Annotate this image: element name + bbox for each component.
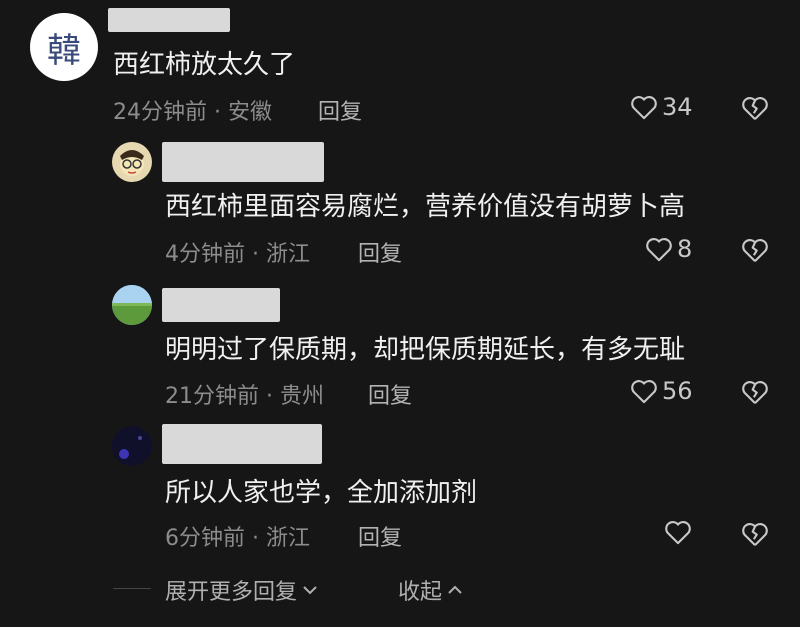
- heart-outline-icon: [664, 519, 692, 545]
- avatar-glyph: 韓: [47, 30, 81, 71]
- comment-text: 西红柿放太久了: [113, 50, 296, 80]
- like-button[interactable]: [664, 519, 696, 545]
- username-blurred[interactable]: [162, 288, 280, 322]
- reply-button[interactable]: 回复: [358, 520, 402, 552]
- expand-label: 展开更多回复: [165, 580, 298, 605]
- heart-outline-icon: [630, 378, 658, 404]
- like-button[interactable]: 56: [630, 377, 693, 405]
- comment-meta: 4分钟前 · 浙江: [165, 242, 310, 267]
- comment-meta: 6分钟前 · 浙江: [165, 526, 310, 551]
- broken-heart-icon[interactable]: [741, 379, 769, 405]
- collapse-button[interactable]: 收起: [398, 574, 464, 606]
- like-count: 34: [662, 93, 693, 121]
- comment-text: 所以人家也学，全加添加剂: [165, 478, 478, 508]
- broken-heart-icon[interactable]: [741, 95, 769, 121]
- comment-text: 西红柿里面容易腐烂，营养价值没有胡萝卜高: [165, 192, 686, 222]
- broken-heart-icon[interactable]: [741, 237, 769, 263]
- username-blurred[interactable]: [162, 424, 322, 464]
- expand-more-replies-button[interactable]: 展开更多回复: [165, 574, 319, 606]
- comment-meta: 21分钟前 · 贵州: [165, 384, 324, 409]
- username-blurred[interactable]: [162, 142, 324, 182]
- like-button[interactable]: 34: [630, 93, 693, 121]
- avatar[interactable]: [112, 426, 152, 466]
- username-blurred[interactable]: [108, 8, 230, 32]
- like-button[interactable]: 8: [645, 235, 692, 263]
- collapse-label: 收起: [398, 580, 443, 605]
- heart-outline-icon: [630, 94, 658, 120]
- chevron-up-icon: [446, 583, 464, 597]
- divider: [113, 588, 151, 589]
- avatar[interactable]: 韓: [30, 13, 98, 81]
- comment-text: 明明过了保质期，却把保质期延长，有多无耻: [165, 335, 686, 365]
- like-count: 8: [677, 235, 693, 263]
- comment-meta: 24分钟前 · 安徽: [113, 100, 272, 125]
- heart-outline-icon: [645, 236, 673, 262]
- reply-button[interactable]: 回复: [318, 94, 362, 126]
- avatar[interactable]: [112, 285, 152, 325]
- like-count: 56: [662, 377, 693, 405]
- reply-button[interactable]: 回复: [368, 378, 412, 410]
- broken-heart-icon[interactable]: [741, 521, 769, 547]
- chevron-down-icon: [301, 583, 319, 597]
- reply-button[interactable]: 回复: [358, 236, 402, 268]
- avatar[interactable]: [112, 142, 152, 182]
